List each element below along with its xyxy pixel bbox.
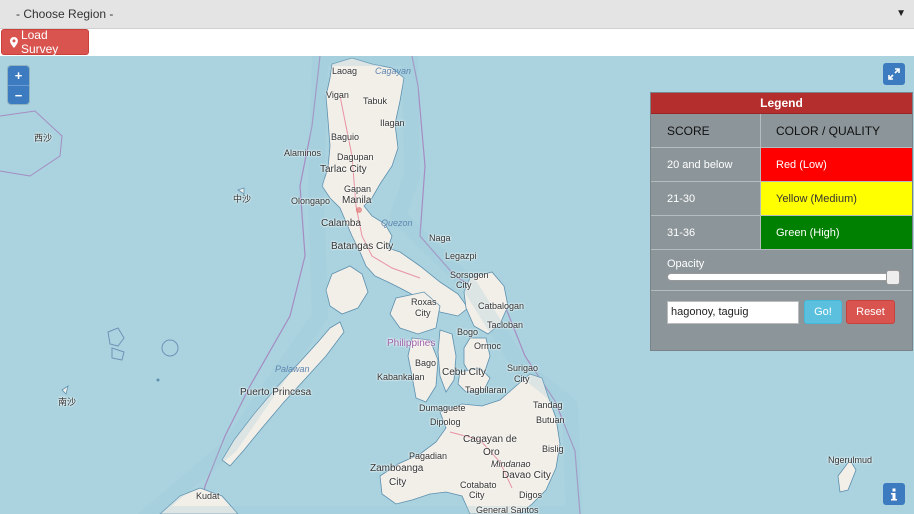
legend-score: 21-30 — [651, 182, 761, 215]
map-label: Ilagan — [380, 118, 405, 128]
map-label: Ngerulmud — [828, 455, 873, 465]
legend-score: 31-36 — [651, 216, 761, 249]
map-label: City — [389, 477, 407, 488]
reset-button[interactable]: Reset — [846, 300, 895, 324]
map-label: City — [514, 374, 530, 384]
map-label: Tarlac City — [320, 164, 367, 175]
location-search-input[interactable] — [667, 300, 799, 324]
map-label: Laoag — [332, 66, 358, 76]
legend-col-color: COLOR / QUALITY — [776, 123, 881, 138]
map-label: Tacloban — [487, 320, 524, 330]
map-label: Tagbilaran — [465, 385, 507, 395]
map-label: Palawan — [275, 364, 310, 374]
legend-panel: Legend SCORE COLOR / QUALITY 20 and belo… — [650, 92, 913, 351]
legend-col-score: SCORE — [651, 114, 761, 147]
info-icon — [891, 488, 897, 500]
legend-title: Legend — [651, 93, 912, 114]
opacity-slider-handle[interactable] — [886, 270, 900, 285]
expand-icon — [888, 68, 900, 80]
map-label: Bogo — [457, 327, 479, 337]
region-select[interactable]: - Choose Region - ▼ — [0, 0, 914, 29]
map-label: Tabuk — [363, 96, 388, 106]
legend-score: 20 and below — [651, 148, 761, 181]
region-select-value: - Choose Region - — [16, 7, 114, 21]
map-label: Digos — [519, 490, 543, 500]
map-label: Roxas — [411, 297, 437, 307]
legend-header-row: SCORE COLOR / QUALITY — [651, 114, 912, 148]
map-label: Legazpi — [445, 251, 477, 261]
go-button[interactable]: Go! — [804, 300, 842, 324]
map-label: Vigan — [326, 90, 349, 100]
map-label: Kabankalan — [377, 372, 425, 382]
map-label: Philippines — [387, 338, 436, 349]
legend-quality-swatch: Yellow (Medium) — [761, 182, 912, 215]
legend-row: 31-36 Green (High) — [651, 216, 912, 250]
opacity-label: Opacity — [667, 258, 705, 270]
info-button[interactable] — [883, 483, 905, 505]
map-label: Bago — [415, 358, 437, 368]
map-label: Surigao — [507, 363, 539, 373]
map-label: Mindanao — [491, 459, 531, 469]
map-label: 南沙 — [58, 397, 77, 407]
legend-rows: 20 and below Red (Low) 21-30 Yellow (Medium… — [651, 148, 912, 250]
legend-quality-swatch: Green (High) — [761, 216, 912, 249]
legend-quality-swatch: Red (Low) — [761, 148, 912, 181]
map-label: General Santos — [476, 505, 539, 514]
map-label: Dipolog — [430, 417, 461, 427]
map-label: Baguio — [331, 132, 360, 142]
map-label: Ormoc — [474, 341, 501, 351]
load-survey-button[interactable]: Load Survey — [1, 28, 89, 56]
map-label: 西沙 — [34, 133, 53, 143]
map-label: Zamboanga — [370, 463, 424, 474]
chevron-down-icon: ▼ — [896, 8, 906, 19]
map-label: 中沙 — [233, 194, 252, 204]
load-survey-label: Load Survey — [20, 28, 59, 56]
map-label: Butuan — [536, 415, 565, 425]
map-label: Olongapo — [291, 196, 331, 206]
legend-row: 20 and below Red (Low) — [651, 148, 912, 182]
map-label: Dagupan — [337, 152, 374, 162]
map-label: City — [469, 490, 485, 500]
map-label: Puerto Princesa — [240, 387, 312, 398]
map-label: City — [415, 308, 431, 318]
map-label: City — [456, 280, 472, 290]
map-label: Bislig — [542, 444, 564, 454]
map-label: Sorsogon — [450, 270, 489, 280]
map-label: Cebu City — [442, 367, 486, 378]
zoom-control: + − — [8, 66, 29, 104]
location-search: Go! Reset — [651, 291, 912, 333]
map-label: Quezon — [381, 218, 413, 228]
zoom-in-button[interactable]: + — [8, 66, 29, 85]
map-marker-icon — [10, 36, 18, 48]
fullscreen-button[interactable] — [883, 63, 905, 85]
map-label: Manila — [342, 195, 372, 206]
map-label: Alaminos — [284, 148, 322, 158]
map-label: Cagayan de — [463, 434, 517, 445]
opacity-control: Opacity — [651, 250, 912, 291]
opacity-slider[interactable] — [667, 270, 901, 285]
map-label: Naga — [429, 233, 451, 243]
map-label: Gapan — [344, 184, 372, 194]
legend-row: 21-30 Yellow (Medium) — [651, 182, 912, 216]
map-label: Cagayan — [375, 66, 412, 76]
map-label: Batangas City — [331, 241, 394, 252]
map-label: Tandag — [533, 400, 563, 410]
map-label: Calamba — [321, 218, 362, 229]
map-label: Oro — [483, 447, 500, 458]
map-label: Dumaguete — [419, 403, 466, 413]
map-label: Pagadian — [409, 451, 448, 461]
zoom-out-button[interactable]: − — [8, 85, 29, 104]
map-view[interactable]: Laoag Cagayan Vigan Tabuk Ilagan Baguio Alamin… — [0, 56, 914, 514]
map-label: Catbalogan — [478, 301, 525, 311]
map-label: Cotabato — [460, 480, 497, 490]
map-label: Kudat — [196, 491, 220, 501]
map-label: Davao City — [502, 470, 551, 481]
